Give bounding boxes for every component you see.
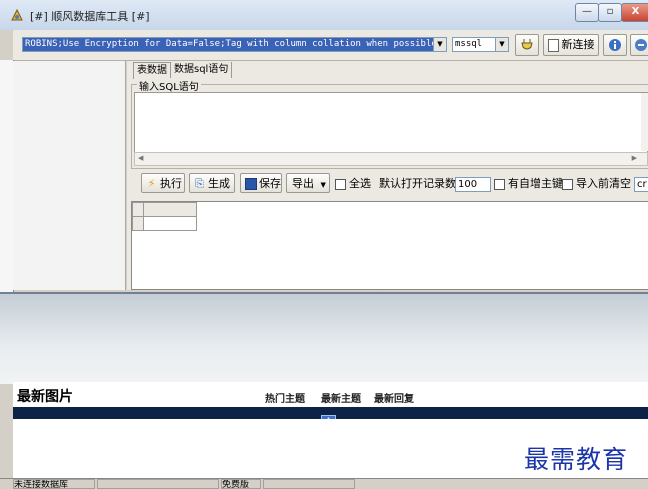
status-edition: 免费版 bbox=[221, 479, 261, 489]
clear-before-import-checkbox[interactable] bbox=[562, 179, 573, 190]
left-splitter[interactable] bbox=[0, 60, 14, 292]
exit-icon bbox=[635, 39, 647, 51]
tab-latest-replies[interactable]: 最新回复 bbox=[374, 390, 414, 405]
select-all-label: 全选 bbox=[349, 177, 371, 190]
tab-table-data[interactable]: 表数据 bbox=[133, 62, 171, 79]
data-grid[interactable] bbox=[131, 201, 648, 290]
sql-horizontal-scrollbar[interactable]: ◀ ▶ bbox=[134, 152, 648, 166]
chevron-down-icon[interactable]: ▼ bbox=[433, 37, 447, 52]
status-connection: 未连接数据库 bbox=[13, 479, 95, 489]
export-button[interactable]: 导出 ▼ bbox=[286, 173, 330, 193]
clear-before-import-label: 导入前清空 bbox=[576, 177, 631, 190]
scroll-left-icon[interactable]: ◀ bbox=[138, 154, 143, 162]
default-rows-input[interactable]: 100 bbox=[455, 177, 491, 192]
connection-string-select[interactable]: ROBINS;Use Encryption for Data=False;Tag… bbox=[22, 37, 434, 52]
new-connection-button[interactable]: 新连接 bbox=[543, 34, 599, 56]
info-button[interactable] bbox=[603, 34, 627, 56]
status-empty-cell bbox=[263, 479, 355, 489]
grid-cell[interactable] bbox=[143, 216, 197, 231]
select-all-checkbox[interactable] bbox=[335, 179, 346, 190]
news-banner bbox=[0, 292, 648, 384]
execute-label: 执行 bbox=[160, 177, 182, 190]
window-title: [#] 顺风数据库工具 [#] bbox=[30, 10, 150, 23]
plug-icon bbox=[521, 39, 533, 50]
execute-button[interactable]: ⚡ 执行 bbox=[141, 173, 185, 193]
close-button[interactable]: X bbox=[621, 3, 648, 22]
database-tree-panel[interactable] bbox=[13, 61, 126, 290]
grid-column-header[interactable] bbox=[143, 202, 197, 217]
app-icon bbox=[11, 8, 23, 21]
tab-latest-topics[interactable]: 最新主题 bbox=[321, 390, 361, 405]
test-connection-button[interactable] bbox=[515, 34, 539, 56]
save-icon bbox=[244, 177, 257, 190]
db-type-select[interactable]: mssql bbox=[452, 37, 498, 52]
auto-pk-label: 有自增主键 bbox=[508, 177, 563, 190]
chevron-down-icon: ▼ bbox=[320, 181, 326, 189]
news-title: 最新图片 bbox=[17, 389, 73, 405]
default-rows-label: 默认打开记录数: bbox=[379, 177, 460, 190]
status-empty-cell bbox=[97, 479, 219, 489]
save-label: 保存 bbox=[259, 177, 281, 190]
tab-sql-statements[interactable]: 数据sql语句 bbox=[171, 62, 233, 78]
save-button[interactable]: 保存 bbox=[240, 173, 282, 193]
sql-input[interactable] bbox=[134, 92, 648, 153]
sql-vertical-scrollbar[interactable] bbox=[641, 93, 648, 151]
generate-button[interactable]: ⎘ 生成 bbox=[189, 173, 235, 193]
extra-input[interactable]: cr bbox=[634, 177, 648, 192]
generate-label: 生成 bbox=[208, 177, 230, 190]
tab-hot-topics[interactable]: 热门主题 bbox=[265, 390, 305, 405]
scroll-right-icon[interactable]: ▶ bbox=[632, 154, 637, 162]
export-label: 导出 bbox=[292, 177, 314, 190]
maximize-button[interactable]: ▫ bbox=[598, 3, 622, 22]
document-icon bbox=[547, 38, 559, 52]
info-icon bbox=[609, 39, 621, 51]
sql-group-label: 输入SQL语句 bbox=[137, 78, 201, 93]
chevron-down-icon[interactable]: ▼ bbox=[495, 37, 509, 52]
exit-button[interactable] bbox=[630, 34, 648, 56]
new-connection-label: 新连接 bbox=[561, 38, 595, 51]
connection-string-value: ROBINS;Use Encryption for Data=False;Tag… bbox=[23, 38, 434, 51]
lightning-icon: ⚡ bbox=[147, 177, 156, 190]
auto-pk-checkbox[interactable] bbox=[494, 179, 505, 190]
minimize-button[interactable]: — bbox=[575, 3, 599, 22]
generate-icon: ⎘ bbox=[195, 177, 204, 190]
watermark: 最需教育 bbox=[524, 445, 629, 474]
